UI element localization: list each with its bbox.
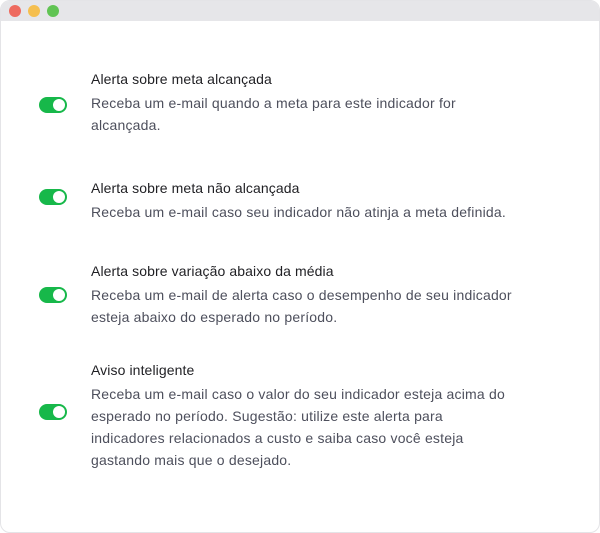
setting-text: Alerta sobre meta alcançada Receba um e-… bbox=[91, 69, 541, 136]
description-line: Receba um e-mail de alerta caso o desemp… bbox=[91, 287, 512, 303]
description-line: Receba um e-mail quando a meta para este… bbox=[91, 95, 456, 111]
setting-title: Alerta sobre meta alcançada bbox=[91, 71, 272, 87]
setting-text: Alerta sobre meta não alcançada Receba u… bbox=[91, 178, 541, 223]
toggle-knob bbox=[53, 191, 65, 203]
below-average-toggle[interactable] bbox=[39, 287, 67, 303]
setting-description: Receba um e-mail de alerta caso o desemp… bbox=[91, 284, 541, 328]
goal-reached-toggle[interactable] bbox=[39, 97, 67, 113]
toggle-knob bbox=[53, 406, 65, 418]
setting-description: Receba um e-mail caso seu indicador não … bbox=[91, 201, 541, 223]
description-line: gastando mais que o desejado. bbox=[91, 452, 292, 468]
description-line: Receba um e-mail caso seu indicador não … bbox=[91, 204, 506, 220]
smart-warning-toggle[interactable] bbox=[39, 404, 67, 420]
description-line: indicadores relacionados a custo e saiba… bbox=[91, 430, 464, 446]
description-line: Receba um e-mail caso o valor do seu ind… bbox=[91, 386, 505, 402]
setting-text: Alerta sobre variação abaixo da média Re… bbox=[91, 261, 541, 328]
description-line: esperado no período. Sugestão: utilize e… bbox=[91, 408, 443, 424]
setting-description: Receba um e-mail quando a meta para este… bbox=[91, 92, 541, 136]
close-window-button[interactable] bbox=[9, 5, 21, 17]
window-titlebar bbox=[1, 1, 599, 21]
minimize-window-button[interactable] bbox=[28, 5, 40, 17]
toggle-knob bbox=[53, 289, 65, 301]
setting-description: Receba um e-mail caso o valor do seu ind… bbox=[91, 383, 541, 471]
setting-title: Alerta sobre variação abaixo da média bbox=[91, 263, 334, 279]
description-line: alcançada. bbox=[91, 117, 161, 133]
setting-text: Aviso inteligente Receba um e-mail caso … bbox=[91, 360, 541, 471]
setting-title: Aviso inteligente bbox=[91, 362, 195, 378]
toggle-knob bbox=[53, 99, 65, 111]
zoom-window-button[interactable] bbox=[47, 5, 59, 17]
description-line: esteja abaixo do esperado no período. bbox=[91, 309, 338, 325]
goal-not-reached-toggle[interactable] bbox=[39, 189, 67, 205]
app-window: Alerta sobre meta alcançada Receba um e-… bbox=[0, 0, 600, 533]
setting-title: Alerta sobre meta não alcançada bbox=[91, 180, 300, 196]
